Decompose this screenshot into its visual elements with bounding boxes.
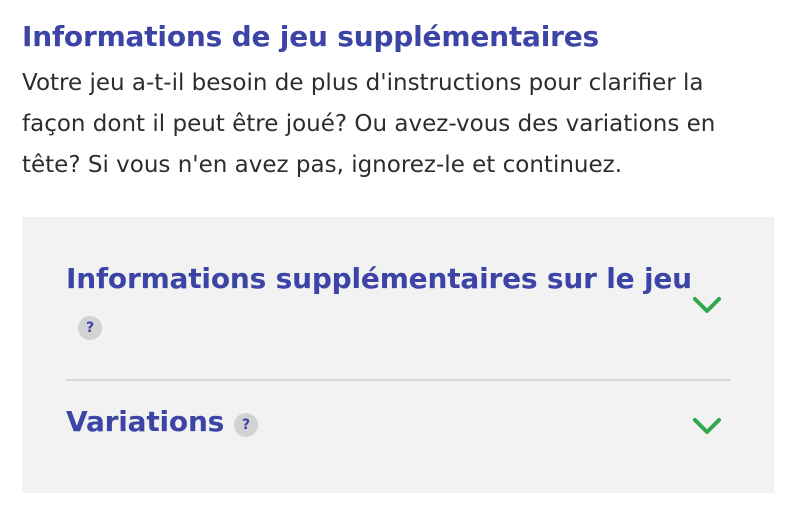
section-description: Votre jeu a-t-il besoin de plus d'instru…	[22, 70, 716, 178]
accordion: Informations supplémentaires sur le jeu …	[22, 217, 774, 493]
chevron-down-icon[interactable]	[692, 417, 722, 435]
section-title: Informations de jeu supplémentaires	[22, 20, 599, 53]
additional-info-section: Informations de jeu supplémentaires Votr…	[0, 0, 800, 522]
accordion-item-title[interactable]: Informations supplémentaires sur le jeu	[66, 262, 692, 295]
accordion-item-title[interactable]: Variations	[66, 405, 224, 438]
help-icon[interactable]: ?	[78, 316, 102, 340]
help-icon[interactable]: ?	[234, 413, 258, 437]
chevron-down-icon[interactable]	[692, 296, 722, 314]
accordion-item-additional-info[interactable]: Informations supplémentaires sur le jeu …	[66, 262, 731, 380]
accordion-item-variations[interactable]: Variations ?	[66, 380, 731, 493]
